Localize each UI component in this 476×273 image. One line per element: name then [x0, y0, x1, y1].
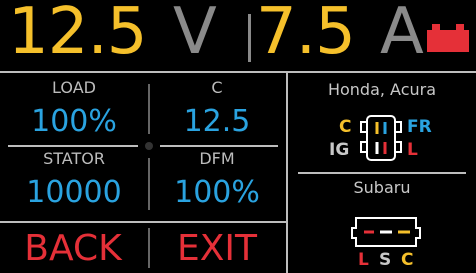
- voltage-value: 12.5: [8, 0, 147, 69]
- grid-divider-right: [160, 145, 278, 147]
- honda-acura-title: Honda, Acura: [327, 80, 437, 99]
- right-panel-divider: [298, 172, 466, 174]
- load-value: 100%: [31, 104, 117, 139]
- honda-pin-ig: IG: [329, 140, 350, 160]
- c-value: 12.5: [183, 104, 251, 139]
- honda-connector: [355, 112, 407, 164]
- current-unit: A: [380, 0, 424, 69]
- panel-divider: [286, 73, 288, 273]
- dfm-label: DFM: [199, 149, 235, 168]
- subaru-pin-s: S: [379, 250, 392, 270]
- stator-label: STATOR: [43, 149, 105, 168]
- grid-divider-left: [8, 145, 138, 147]
- readout-divider: [248, 14, 251, 62]
- honda-pin-l: L: [407, 140, 418, 160]
- honda-pin-c: C: [339, 117, 352, 137]
- dfm-value: 100%: [174, 175, 260, 210]
- voltage-unit: V: [173, 0, 217, 69]
- exit-button[interactable]: EXIT: [150, 224, 284, 273]
- top-divider: [0, 71, 476, 73]
- subaru-connector-icon: [351, 217, 421, 247]
- top-readout: 12.5 V 7.5 A: [0, 0, 476, 70]
- battery-icon: [427, 24, 469, 52]
- back-button[interactable]: BACK: [0, 224, 146, 273]
- buttons-divider: [0, 221, 286, 223]
- subaru-title: Subaru: [353, 178, 411, 197]
- current-value: 7.5: [256, 0, 356, 69]
- load-label: LOAD: [52, 78, 96, 97]
- c-label: C: [211, 78, 223, 97]
- grid-vdivider-top: [148, 84, 150, 134]
- honda-pin-fr: FR: [407, 117, 432, 137]
- subaru-pin-c: C: [401, 250, 414, 270]
- subaru-pin-l: L: [358, 250, 369, 270]
- subaru-connector: [348, 214, 424, 250]
- stator-value: 10000: [26, 175, 122, 210]
- honda-connector-icon: [360, 115, 402, 161]
